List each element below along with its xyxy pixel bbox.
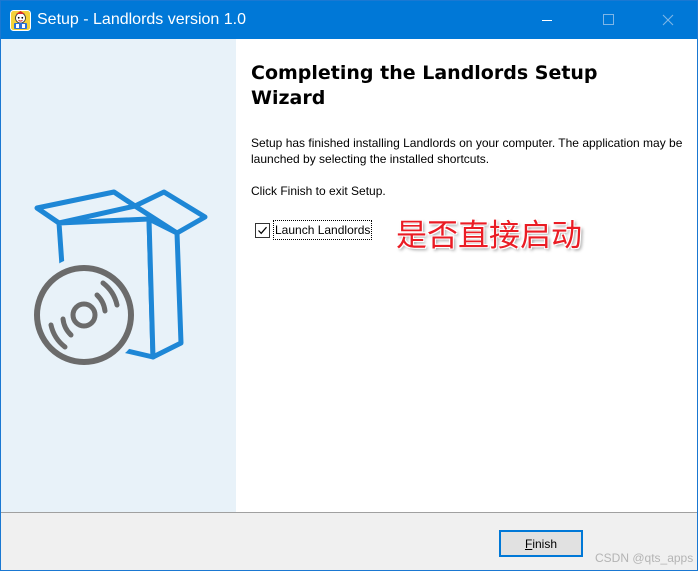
watermark: CSDN @qts_apps <box>595 551 694 565</box>
minimize-icon <box>542 20 552 21</box>
setup-window: Setup - Landlords version 1.0 Completing… <box>0 0 698 571</box>
software-box-cd-icon <box>31 189 208 367</box>
window-title: Setup - Landlords version 1.0 <box>37 11 247 28</box>
maximize-icon <box>603 14 614 25</box>
wizard-heading: Completing the Landlords Setup Wizard <box>251 62 598 109</box>
close-icon <box>662 14 674 26</box>
finish-button[interactable]: Finish <box>499 530 583 557</box>
maximize-button[interactable] <box>578 1 638 39</box>
finish-label: inish <box>532 536 558 551</box>
wizard-side-panel <box>1 39 236 512</box>
launch-checkbox-label[interactable]: Launch Landlords <box>272 220 373 240</box>
completion-message: Setup has finished installing Landlords … <box>251 136 683 166</box>
title-bar[interactable]: Setup - Landlords version 1.0 <box>1 1 697 39</box>
landlords-app-icon[interactable] <box>10 10 31 31</box>
checkmark-icon <box>258 226 267 235</box>
launch-checkbox[interactable] <box>255 223 270 238</box>
minimize-button[interactable] <box>517 1 577 39</box>
close-button[interactable] <box>638 1 697 39</box>
footer-bar: Finish CSDN @qts_apps <box>1 513 697 570</box>
annotation-text: 是否直接启动 <box>396 218 582 254</box>
exit-instruction: Click Finish to exit Setup. <box>251 184 386 198</box>
wizard-content: Completing the Landlords Setup Wizard Se… <box>236 39 697 512</box>
